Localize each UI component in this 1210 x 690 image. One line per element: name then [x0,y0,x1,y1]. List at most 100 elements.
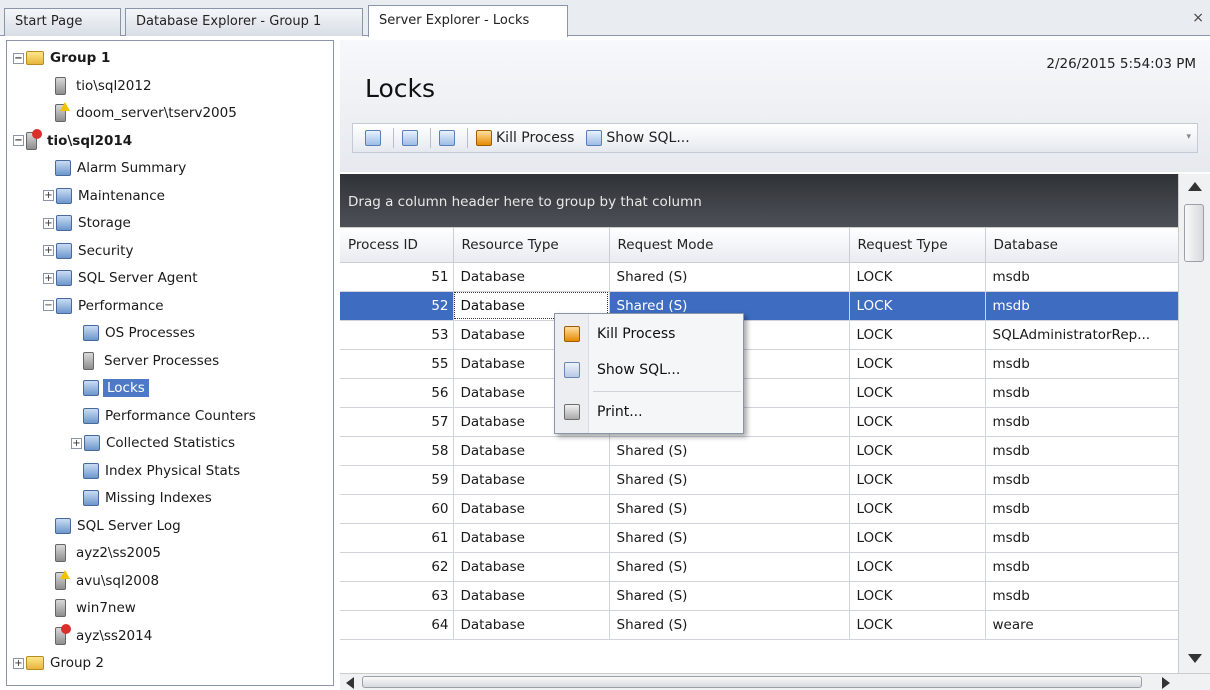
tree-item[interactable]: + Security [43,239,135,263]
tree-item[interactable]: + Collected Statistics [71,431,237,455]
table-row[interactable]: 56DatabaseShared (S)LOCKmsdb [340,378,1178,408]
close-icon[interactable]: × [1192,10,1204,26]
cell-request-type[interactable]: LOCK [849,378,986,408]
tab-start-page[interactable]: Start Page [4,8,121,36]
cell-process-id[interactable]: 51 [340,262,454,292]
tree-item[interactable]: − Performance [43,294,166,318]
tree-item[interactable]: + Group 2 [13,651,106,675]
table-row[interactable]: 61 Database Shared (S) LOCK msdb [340,523,1178,553]
cell-database[interactable]: msdb [985,262,1178,292]
cell-resource-type[interactable]: Database [453,494,610,524]
tree-item[interactable]: + SQL Server Agent [43,266,200,290]
tree-item[interactable]: Alarm Summary [55,156,188,180]
horizontal-scrollbar[interactable] [340,673,1210,690]
group-by-panel[interactable]: Drag a column header here to group by th… [340,174,1178,227]
cell-process-id[interactable]: 56 [340,378,454,408]
cell-request-type[interactable]: LOCK [849,581,986,611]
cell-resource-type[interactable]: Database [453,262,610,292]
cell-resource-type[interactable]: Database [453,581,610,611]
tree-item[interactable]: − tio\sql2014 [13,128,134,153]
expand-icon[interactable]: + [13,657,24,669]
tree-item[interactable]: ayz2\ss2005 [55,541,163,565]
tree-item[interactable]: SQL Server Log [55,514,183,538]
tab-database-explorer[interactable]: Database Explorer - Group 1 [125,8,363,36]
cell-database[interactable]: msdb [985,378,1178,408]
menu-item-kill-process[interactable]: Kill Process [555,318,743,350]
scroll-up-icon[interactable] [1188,182,1202,191]
column-header-request-mode[interactable]: Request Mode [609,228,850,263]
scroll-thumb[interactable] [362,676,1142,688]
cell-database[interactable]: msdb [985,581,1178,611]
tree-item[interactable]: doom_server\tserv2005 [55,101,239,125]
tree-item[interactable]: ayz\ss2014 [55,623,154,648]
tree-item[interactable]: avu\sql2008 [55,569,161,593]
table-row[interactable]: 55DatabaseShared (S)LOCKmsdb [340,349,1178,379]
table-row[interactable]: 57DatabaseShared (S)LOCKmsdb [340,407,1178,437]
expand-icon[interactable]: + [43,190,54,201]
cell-process-id[interactable]: 55 [340,349,454,379]
table-row[interactable]: 59 Database Shared (S) LOCK msdb [340,465,1178,495]
cell-process-id[interactable]: 62 [340,552,454,582]
cell-process-id[interactable]: 52 [340,291,454,321]
scroll-down-icon[interactable] [1188,654,1202,663]
tree-item[interactable]: Index Physical Stats [83,459,242,483]
cell-request-type[interactable]: LOCK [849,552,986,582]
cell-resource-type[interactable]: Database [453,610,610,640]
cell-database[interactable]: msdb [985,465,1178,495]
collapse-icon[interactable]: − [43,300,54,311]
cell-request-type[interactable]: LOCK [849,465,986,495]
tree-item[interactable]: Locks [83,376,149,400]
cell-request-mode[interactable]: Shared (S) [609,436,850,466]
menu-item-print[interactable]: Print... [555,396,743,428]
expand-icon[interactable]: + [43,245,54,256]
table-row[interactable]: 63 Database Shared (S) LOCK msdb [340,581,1178,611]
cell-resource-type[interactable]: Database [453,523,610,553]
cell-process-id[interactable]: 57 [340,407,454,437]
kill-process-button[interactable]: Kill Process [472,126,578,150]
table-row[interactable]: 60 Database Shared (S) LOCK msdb [340,494,1178,524]
cell-request-mode[interactable]: Shared (S) [609,610,850,640]
locks-grid[interactable]: Process ID Resource Type Request Mode Re… [340,227,1178,673]
cell-database[interactable]: msdb [985,349,1178,379]
cell-process-id[interactable]: 60 [340,494,454,524]
cell-request-type[interactable]: LOCK [849,610,986,640]
tree-item[interactable]: OS Processes [83,321,197,345]
tab-server-explorer-locks[interactable]: Server Explorer - Locks [368,5,568,37]
cell-request-type[interactable]: LOCK [849,407,986,437]
cell-request-mode[interactable]: Shared (S) [609,523,850,553]
tree-item[interactable]: + Storage [43,211,133,235]
scroll-thumb[interactable] [1184,204,1204,262]
expand-icon[interactable]: + [43,272,54,284]
cell-database[interactable]: weare [985,610,1178,640]
table-row[interactable]: 52 Database Shared (S) LOCK msdb [340,291,1178,321]
table-row[interactable]: 58 Database Shared (S) LOCK msdb [340,436,1178,466]
cell-request-mode[interactable]: Shared (S) [609,581,850,611]
toolbar-overflow-icon[interactable]: ▾ [1186,132,1191,142]
column-header-process-id[interactable]: Process ID [340,228,454,263]
column-header-database[interactable]: Database [985,228,1178,263]
cell-database[interactable]: msdb [985,494,1178,524]
cell-request-mode[interactable]: Shared (S) [609,465,850,495]
cell-resource-type[interactable]: Database [453,552,610,582]
menu-item-show-sql[interactable]: Show SQL... [555,354,743,386]
scroll-left-icon[interactable] [346,677,354,689]
vertical-scrollbar[interactable] [1178,174,1210,673]
table-row[interactable]: 62 Database Shared (S) LOCK msdb [340,552,1178,582]
tree-item[interactable]: Missing Indexes [83,486,214,510]
cell-process-id[interactable]: 63 [340,581,454,611]
scroll-right-icon[interactable] [1162,677,1170,689]
cell-database[interactable]: msdb [985,523,1178,553]
expand-icon[interactable]: + [43,217,54,229]
collapse-icon[interactable]: − [13,52,24,64]
tree-item[interactable]: Server Processes [83,349,221,373]
cell-request-mode[interactable]: Shared (S) [609,552,850,582]
print-button[interactable] [435,126,463,150]
tree-item[interactable]: Performance Counters [83,404,258,428]
cell-resource-type[interactable]: Database [453,465,610,495]
cell-resource-type[interactable]: Database [453,436,610,466]
cell-request-mode[interactable]: Shared (S) [609,494,850,524]
cell-request-type[interactable]: LOCK [849,262,986,292]
cell-request-type[interactable]: LOCK [849,436,986,466]
cell-database[interactable]: msdb [985,552,1178,582]
refresh-button[interactable] [361,126,389,150]
